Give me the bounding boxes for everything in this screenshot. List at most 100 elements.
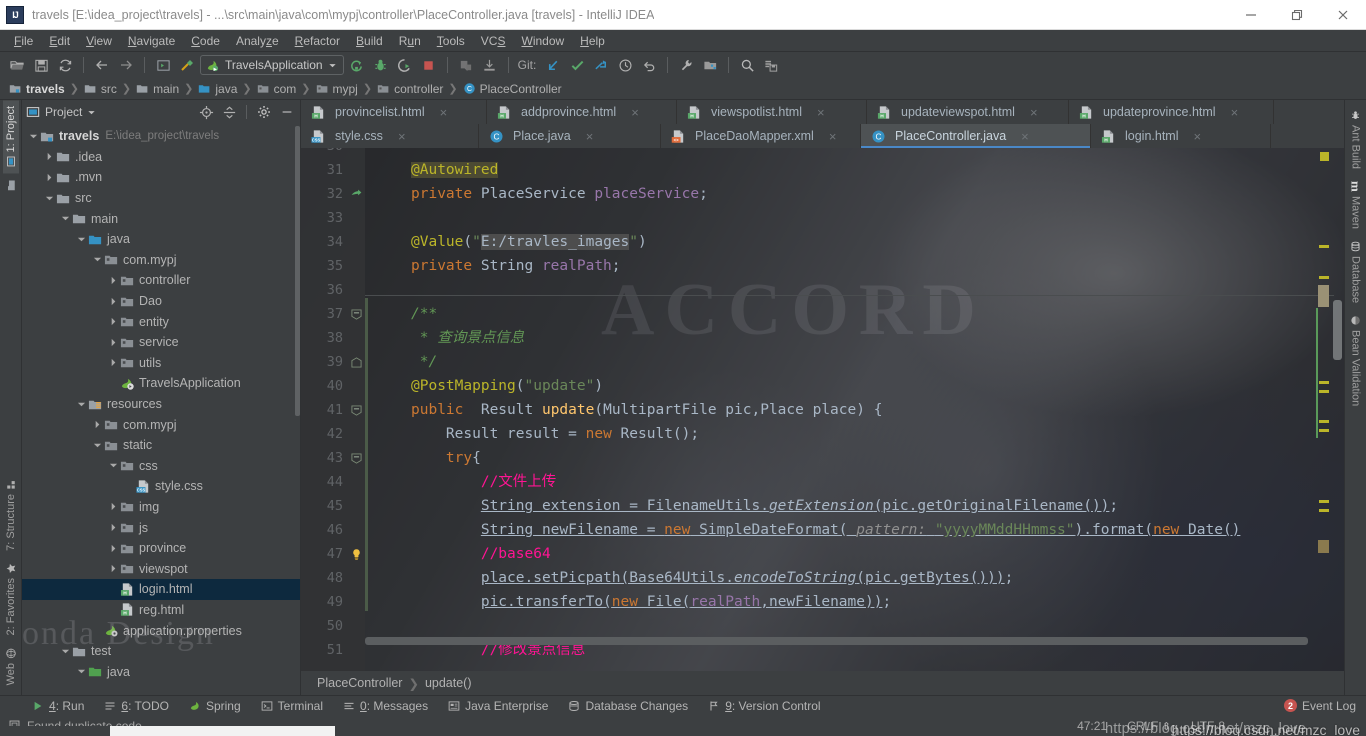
menu-view[interactable]: View xyxy=(78,32,120,50)
tree-item-css[interactable]: css xyxy=(22,456,300,477)
editor-breadcrumb-class[interactable]: PlaceController xyxy=(317,676,402,690)
attach-profiler-icon[interactable] xyxy=(455,54,477,76)
editor-tab-addprovince-html[interactable]: Haddprovince.html× xyxy=(487,100,677,124)
wrench-settings-icon[interactable] xyxy=(675,54,697,76)
sidebar-item-structure[interactable]: 7: Structure xyxy=(3,474,19,557)
run-with-coverage-icon[interactable] xyxy=(394,54,416,76)
git-commit-icon[interactable] xyxy=(566,54,588,76)
build-project-icon[interactable] xyxy=(152,54,174,76)
tree-item-login-html[interactable]: Hlogin.html xyxy=(22,579,300,600)
error-stripe-markers[interactable] xyxy=(1318,148,1330,671)
chevron-down-icon[interactable] xyxy=(87,108,96,117)
menu-help[interactable]: Help xyxy=(572,32,613,50)
code-editor[interactable]: ACCORD 3031@Autowired32private PlaceServ… xyxy=(301,148,1344,671)
breadcrumb-item-placecontroller[interactable]: C PlaceController xyxy=(460,82,565,96)
tree-expander[interactable] xyxy=(92,440,103,451)
fold-collapse-icon[interactable] xyxy=(351,453,362,464)
caret-position[interactable]: 47:21 xyxy=(1070,719,1114,733)
breadcrumb-item-main[interactable]: main xyxy=(133,82,182,96)
close-icon[interactable]: × xyxy=(631,105,639,120)
editor-tab-updateprovince-html[interactable]: Hupdateprovince.html× xyxy=(1069,100,1274,124)
breadcrumb-item-java[interactable]: java xyxy=(195,82,240,96)
gutter-marker[interactable] xyxy=(347,548,365,561)
gutter-marker[interactable] xyxy=(347,188,365,201)
tree-item-resources[interactable]: resources xyxy=(22,394,300,415)
menu-edit[interactable]: Edit xyxy=(41,32,78,50)
editor-tab-placedaomapper-xml[interactable]: <>PlaceDaoMapper.xml× xyxy=(661,124,861,148)
save-icon[interactable] xyxy=(30,54,52,76)
bottom-tab-run[interactable]: 4: Run xyxy=(22,699,94,713)
breadcrumb-item-travels[interactable]: travels xyxy=(6,82,68,96)
gutter-marker[interactable] xyxy=(347,309,365,320)
close-icon[interactable]: × xyxy=(1231,105,1239,120)
tree-expander[interactable] xyxy=(76,234,87,245)
tree-item-com-mypj[interactable]: com.mypj xyxy=(22,250,300,271)
tree-item-application-properties[interactable]: application.properties xyxy=(22,620,300,641)
tree-expander[interactable] xyxy=(108,501,119,512)
editor-tab-provincelist-html[interactable]: Hprovincelist.html× xyxy=(301,100,487,124)
search-everywhere-icon[interactable] xyxy=(736,54,758,76)
tree-item-service[interactable]: service xyxy=(22,332,300,353)
menu-window[interactable]: Window xyxy=(513,32,572,50)
tree-expander[interactable] xyxy=(76,399,87,410)
rollback-icon[interactable] xyxy=(638,54,660,76)
history-icon[interactable] xyxy=(614,54,636,76)
tree-expander[interactable] xyxy=(44,193,55,204)
gear-icon[interactable] xyxy=(255,103,273,121)
tree-item-src[interactable]: src xyxy=(22,188,300,209)
editor-breadcrumb-method[interactable]: update() xyxy=(425,676,472,690)
fold-end-icon[interactable] xyxy=(351,357,362,368)
close-icon[interactable]: × xyxy=(1030,105,1038,120)
sidebar-item-favorites[interactable]: 2: Favorites xyxy=(3,557,19,641)
editor-tab-place-java[interactable]: CPlace.java× xyxy=(479,124,661,148)
fold-collapse-icon[interactable] xyxy=(351,309,362,320)
tree-expander[interactable] xyxy=(108,522,119,533)
editor-tab-style-css[interactable]: CSSstyle.css× xyxy=(301,124,479,148)
editor-tab-updateviewspot-html[interactable]: Hupdateviewspot.html× xyxy=(867,100,1069,124)
editor-tabs-row-2[interactable]: CSSstyle.css×CPlace.java×<>PlaceDaoMappe… xyxy=(301,124,1344,148)
collapse-all-icon[interactable] xyxy=(220,103,238,121)
forward-arrow-icon[interactable] xyxy=(115,54,137,76)
encoding[interactable]: UTF-8 xyxy=(1184,719,1232,733)
tree-item-dao[interactable]: Dao xyxy=(22,291,300,312)
editor-tabs-row-1[interactable]: Hprovincelist.html×Haddprovince.html×Hvi… xyxy=(301,100,1344,124)
bottom-tab-version-control[interactable]: 9: Version Control xyxy=(698,699,830,713)
tree-expander[interactable] xyxy=(76,666,87,677)
run-icon[interactable] xyxy=(346,54,368,76)
tree-expander[interactable] xyxy=(44,151,55,162)
fold-collapse-icon[interactable] xyxy=(351,405,362,416)
tree-expander[interactable] xyxy=(108,357,119,368)
close-icon[interactable]: × xyxy=(1194,129,1202,144)
editor-horizontal-scrollbar[interactable] xyxy=(365,637,1308,645)
breadcrumb-item-mypj[interactable]: mypj xyxy=(313,82,361,96)
event-log-button[interactable]: 2 Event Log xyxy=(1284,699,1366,713)
menu-build[interactable]: Build xyxy=(348,32,391,50)
breadcrumb-item-controller[interactable]: controller xyxy=(374,82,446,96)
minimize-icon[interactable] xyxy=(1228,0,1274,30)
close-icon[interactable]: × xyxy=(817,105,825,120)
sidebar-item-ant-build[interactable]: Ant Build xyxy=(1348,104,1364,175)
tree-expander[interactable] xyxy=(92,419,103,430)
sidebar-item-bean-validation[interactable]: Bean Validation xyxy=(1348,309,1364,412)
tree-item-main[interactable]: main xyxy=(22,208,300,229)
back-arrow-icon[interactable] xyxy=(91,54,113,76)
tree-expander[interactable] xyxy=(108,275,119,286)
gutter-marker[interactable] xyxy=(347,453,365,464)
sidebar-item-web[interactable]: Web xyxy=(3,642,19,691)
tree-expander[interactable] xyxy=(108,543,119,554)
tree-item-java[interactable]: java xyxy=(22,661,300,682)
hide-icon[interactable] xyxy=(278,103,296,121)
breadcrumb-item-src[interactable]: src xyxy=(81,82,120,96)
bottom-tab-java-enterprise[interactable]: Java Enterprise xyxy=(438,699,558,713)
debug-icon[interactable] xyxy=(370,54,392,76)
tree-item-travelsapplication[interactable]: TravelsApplication xyxy=(22,373,300,394)
menu-refactor[interactable]: Refactor xyxy=(287,32,348,50)
menu-run[interactable]: Run xyxy=(391,32,429,50)
git-update-icon[interactable] xyxy=(542,54,564,76)
tree-expander[interactable] xyxy=(92,254,103,265)
bottom-tab-terminal[interactable]: Terminal xyxy=(251,699,333,713)
close-icon[interactable]: × xyxy=(398,129,406,144)
tree-expander[interactable] xyxy=(60,213,71,224)
tree-expander[interactable] xyxy=(44,172,55,183)
tree-expander[interactable] xyxy=(108,296,119,307)
